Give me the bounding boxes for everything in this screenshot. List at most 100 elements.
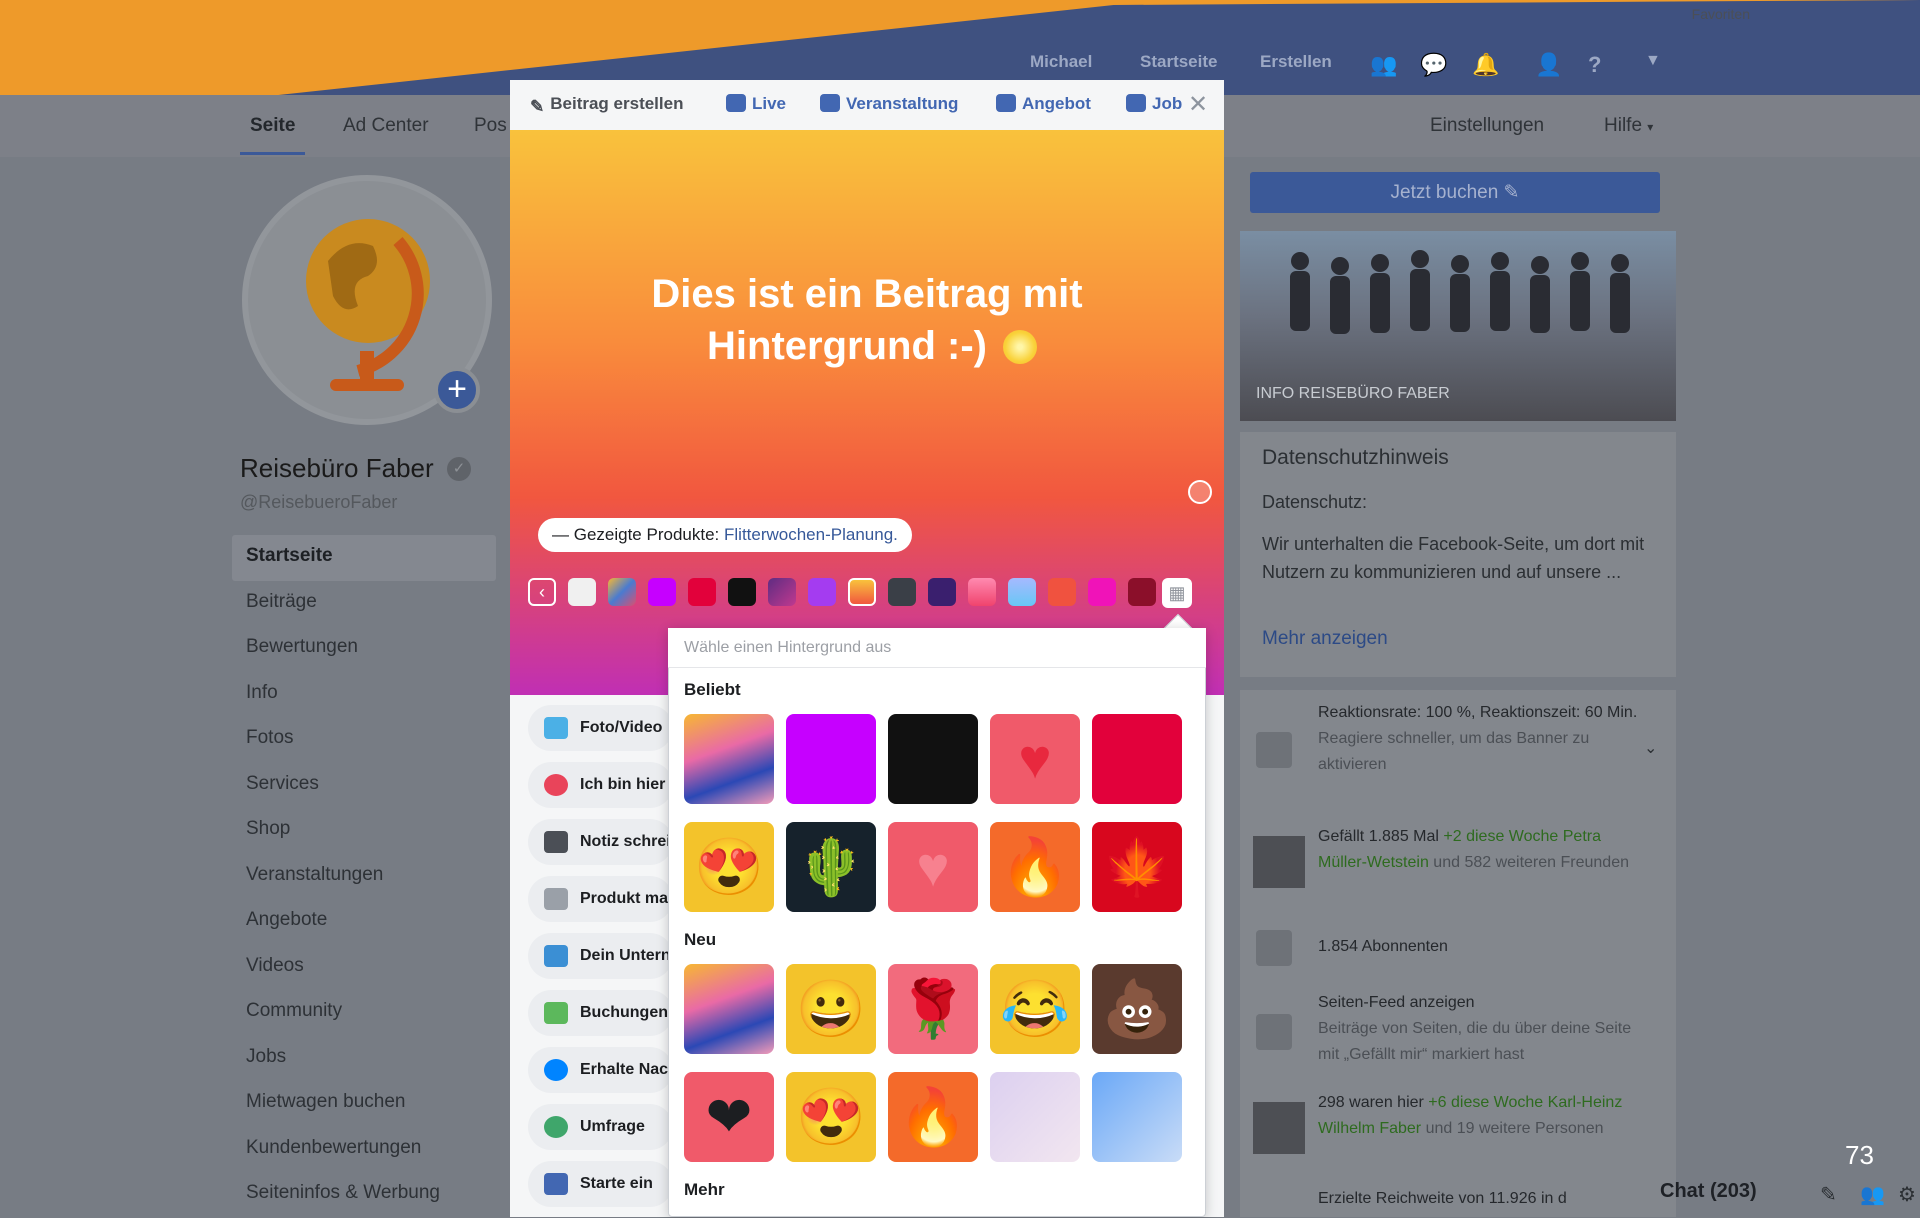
- nav-item-veranstaltungen[interactable]: Veranstaltungen: [232, 854, 496, 900]
- profile-link[interactable]: Michael: [1030, 52, 1092, 72]
- nav-item-startseite[interactable]: Startseite: [232, 535, 496, 581]
- nav-item-kundenbewertungen[interactable]: Kundenbewertungen: [232, 1127, 496, 1173]
- bg-tile-maple-leaf-icon[interactable]: 🍁: [1092, 822, 1182, 912]
- close-icon[interactable]: ✕: [1188, 90, 1208, 119]
- nav-item-community[interactable]: Community: [232, 990, 496, 1036]
- bg-tile-heart-eyes-icon[interactable]: 😍: [684, 822, 774, 912]
- tab-offer[interactable]: Angebot: [996, 94, 1091, 114]
- help-menu[interactable]: Hilfe ▾: [1604, 115, 1653, 137]
- swatch-purple[interactable]: [648, 578, 676, 606]
- nav-item-jobs[interactable]: Jobs: [232, 1036, 496, 1082]
- nav-item-bewertungen[interactable]: Bewertungen: [232, 626, 496, 672]
- tab-live[interactable]: Live: [726, 94, 786, 114]
- swatch-lilac[interactable]: [808, 578, 836, 606]
- favorites-label[interactable]: Favoriten: [1692, 6, 1750, 22]
- swatch-red[interactable]: [688, 578, 716, 606]
- swatch-burgundy[interactable]: [1128, 578, 1156, 606]
- nav-item-mietwagen[interactable]: Mietwagen buchen: [232, 1081, 496, 1127]
- tool-photo-video[interactable]: Foto/Video: [528, 705, 673, 751]
- page-roles-icon[interactable]: 👤: [1535, 52, 1562, 78]
- notifications-icon[interactable]: 🔔: [1472, 52, 1499, 78]
- bg-tile-fire-new-icon[interactable]: 🔥: [888, 1072, 978, 1162]
- swatch-magenta[interactable]: [1088, 578, 1116, 606]
- tool-poll[interactable]: Umfrage: [528, 1104, 673, 1150]
- chat-button[interactable]: Chat (203): [1660, 1180, 1757, 1203]
- privacy-more-link[interactable]: Mehr anzeigen: [1262, 628, 1388, 650]
- tab-create-post[interactable]: ✎ Beitrag erstellen: [530, 94, 683, 117]
- bg-tile-illustration-new[interactable]: [684, 964, 774, 1054]
- bg-tile-lavender-gradient[interactable]: [990, 1072, 1080, 1162]
- swatch-violet-gradient[interactable]: [768, 578, 796, 606]
- emoji-picker-icon[interactable]: [1188, 480, 1212, 504]
- home-link[interactable]: Startseite: [1140, 52, 1217, 72]
- nav-item-info[interactable]: Info: [232, 672, 496, 718]
- tool-note[interactable]: Notiz schreiben: [528, 819, 673, 865]
- checkin-thumbnail[interactable]: [1253, 1102, 1305, 1154]
- bg-tile-pink-heart-icon[interactable]: ♥: [888, 822, 978, 912]
- create-link[interactable]: Erstellen: [1260, 52, 1332, 72]
- new-message-icon[interactable]: ✎: [1820, 1182, 1837, 1207]
- page-feed-link[interactable]: Seiten-Feed anzeigen Beiträge von Seiten…: [1318, 990, 1648, 1068]
- bg-tile-black[interactable]: [888, 714, 978, 804]
- tab-seite[interactable]: Seite: [239, 115, 306, 155]
- settings-link[interactable]: Einstellungen: [1430, 115, 1544, 137]
- friends-icon[interactable]: 👥: [1370, 52, 1397, 78]
- tab-job[interactable]: Job: [1126, 94, 1182, 114]
- swatch-black[interactable]: [728, 578, 756, 606]
- tool-messages[interactable]: Erhalte Nachrichten: [528, 1047, 673, 1093]
- bg-tile-grin-icon[interactable]: 😀: [786, 964, 876, 1054]
- tab-ad-center[interactable]: Ad Center: [343, 115, 429, 137]
- bg-tile-heart-new-icon[interactable]: ❤: [684, 1072, 774, 1162]
- nav-item-services[interactable]: Services: [232, 763, 496, 809]
- bg-tile-blue-gradient[interactable]: [1092, 1072, 1182, 1162]
- swatch-orange-gradient-selected[interactable]: [848, 578, 876, 606]
- page-handle[interactable]: @ReisebueroFaber: [240, 492, 397, 513]
- bg-tile-cactus-icon[interactable]: 🌵: [786, 822, 876, 912]
- nav-item-beitraege[interactable]: Beiträge: [232, 581, 496, 627]
- swatch-pink-gradient[interactable]: [968, 578, 996, 606]
- help-icon[interactable]: ?: [1588, 52, 1601, 78]
- bg-tile-laughing-icon[interactable]: 😂: [990, 964, 1080, 1054]
- grid-icon[interactable]: ▦: [1162, 578, 1192, 608]
- swatch-charcoal[interactable]: [888, 578, 916, 606]
- post-text[interactable]: Dies ist ein Beitrag mit Hintergrund :-): [510, 268, 1224, 372]
- book-now-button[interactable]: Jetzt buchen ✎: [1250, 172, 1660, 213]
- bg-tile-rose-icon[interactable]: 🌹: [888, 964, 978, 1054]
- tool-checkin[interactable]: Ich bin hier: [528, 762, 673, 808]
- tool-start[interactable]: Starte ein: [528, 1161, 673, 1207]
- tool-business[interactable]: Dein Unternehmen: [528, 933, 673, 979]
- friend-avatar[interactable]: [1253, 836, 1305, 888]
- gear-icon[interactable]: ⚙: [1898, 1182, 1916, 1207]
- bg-tile-poop-icon[interactable]: 💩: [1092, 964, 1182, 1054]
- swatch-space[interactable]: [928, 578, 956, 606]
- bg-tile-purple[interactable]: [786, 714, 876, 804]
- swatch-coral[interactable]: [1048, 578, 1076, 606]
- contacts-icon[interactable]: 👥: [1860, 1182, 1885, 1207]
- add-photo-icon[interactable]: +: [434, 367, 480, 413]
- account-menu-icon[interactable]: ▼: [1645, 52, 1661, 70]
- chevron-down-icon[interactable]: ⌄: [1644, 738, 1657, 758]
- swatch-illustration[interactable]: [608, 578, 636, 606]
- chevron-left-icon[interactable]: ‹: [528, 578, 556, 606]
- tab-posteingang[interactable]: Pos: [474, 115, 507, 137]
- tab-event[interactable]: Veranstaltung: [820, 94, 958, 114]
- tool-tag-product[interactable]: Produkt markieren: [528, 876, 673, 922]
- nav-item-shop[interactable]: Shop: [232, 808, 496, 854]
- nav-item-videos[interactable]: Videos: [232, 945, 496, 991]
- tagged-product-link[interactable]: Flitterwochen-Planung.: [724, 525, 898, 544]
- swatch-blue-gradient[interactable]: [1008, 578, 1036, 606]
- post-background-canvas[interactable]: [510, 130, 1224, 695]
- tool-bookings[interactable]: Buchungen: [528, 990, 673, 1036]
- nav-item-angebote[interactable]: Angebote: [232, 899, 496, 945]
- swatch-white[interactable]: [568, 578, 596, 606]
- background-search-input[interactable]: Wähle einen Hintergrund aus: [668, 628, 1206, 668]
- tagged-products-pill[interactable]: — Gezeigte Produkte: Flitterwochen-Planu…: [538, 518, 912, 552]
- bg-tile-heart-icon[interactable]: ♥: [990, 714, 1080, 804]
- bg-tile-fire-icon[interactable]: 🔥: [990, 822, 1080, 912]
- bg-tile-heart-eyes-new-icon[interactable]: 😍: [786, 1072, 876, 1162]
- nav-item-fotos[interactable]: Fotos: [232, 717, 496, 763]
- messenger-icon[interactable]: 💬: [1420, 52, 1447, 78]
- bg-tile-illustration[interactable]: [684, 714, 774, 804]
- bg-tile-red[interactable]: [1092, 714, 1182, 804]
- nav-item-seiteninfos[interactable]: Seiteninfos & Werbung: [232, 1172, 496, 1218]
